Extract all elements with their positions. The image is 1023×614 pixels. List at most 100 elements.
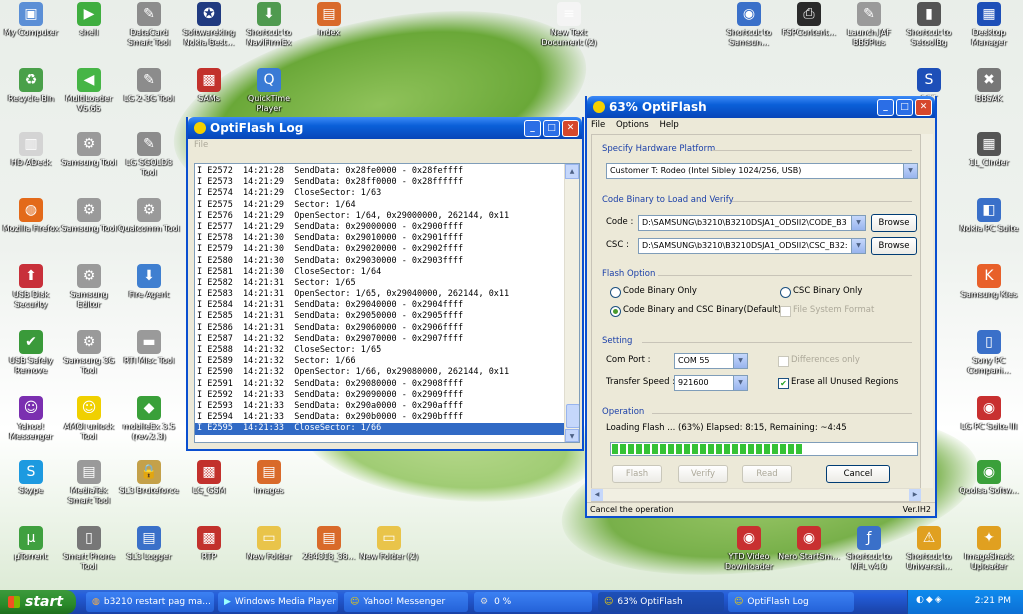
desktop-icon[interactable]: ✖ BBSAK bbox=[958, 68, 1020, 104]
scroll-thumb[interactable] bbox=[566, 404, 579, 428]
log-row[interactable]: I E2595 14:21:33 CloseSector: 1/66 bbox=[195, 423, 565, 435]
tray-icons[interactable]: ◐◆◈ bbox=[916, 595, 944, 605]
desktop-icon[interactable]: µ µTorrent bbox=[0, 526, 62, 562]
desktop-icon[interactable]: ♻ Recycle Bin bbox=[0, 68, 62, 104]
csc-browse-button[interactable]: Browse bbox=[871, 237, 917, 255]
log-window[interactable]: OptiFlash Log _ □ ✕ File I E2572 14:21:2… bbox=[186, 117, 584, 451]
menu-file[interactable]: File bbox=[591, 120, 605, 130]
desktop-icon[interactable]: ☺ AMOI unlock Tool bbox=[58, 396, 120, 442]
flash-button[interactable]: Flash bbox=[612, 465, 662, 483]
log-row[interactable]: I E2588 14:21:32 CloseSector: 1/65 bbox=[195, 345, 565, 356]
desktop-icon[interactable]: ✎ DataCard Smart Tool bbox=[118, 2, 180, 48]
minimize-icon[interactable]: _ bbox=[877, 98, 894, 116]
desktop-icon[interactable]: ✪ Softwareking Nokia Best... bbox=[178, 2, 240, 48]
log-row[interactable]: I E2590 14:21:32 OpenSector: 1/66, 0x290… bbox=[195, 367, 565, 378]
log-row[interactable]: I E2586 14:21:31 SendData: 0x29060000 - … bbox=[195, 323, 565, 334]
log-row[interactable]: I E2581 14:21:30 CloseSector: 1/64 bbox=[195, 267, 565, 278]
code-only-label[interactable]: Code Binary Only bbox=[623, 286, 697, 296]
clock[interactable]: 2:21 PM bbox=[975, 596, 1011, 606]
close-icon[interactable]: ✕ bbox=[915, 98, 932, 116]
minimize-icon[interactable]: _ bbox=[524, 119, 541, 137]
csc-only-radio[interactable] bbox=[780, 287, 791, 298]
log-row[interactable]: I E2592 14:21:33 SendData: 0x29090000 - … bbox=[195, 390, 565, 401]
menu-help[interactable]: Help bbox=[659, 120, 678, 130]
close-icon[interactable]: ✕ bbox=[562, 119, 579, 137]
cancel-button[interactable]: Cancel bbox=[826, 465, 890, 483]
log-scrollbar[interactable]: ▲ ▼ bbox=[564, 164, 579, 442]
log-row[interactable]: I E2594 14:21:33 SendData: 0x290b0000 - … bbox=[195, 412, 565, 423]
log-row[interactable]: I E2579 14:21:30 SendData: 0x29020000 - … bbox=[195, 244, 565, 255]
desktop-icon[interactable]: ▩ SAMs bbox=[178, 68, 240, 104]
desktop-icon[interactable]: ✎ LG 2-3G Tool bbox=[118, 68, 180, 104]
com-port-select[interactable]: COM 55 ▼ bbox=[674, 353, 748, 369]
menu-options[interactable]: Options bbox=[616, 120, 649, 130]
desktop-icon[interactable]: ▦ 1L_Cinder bbox=[958, 132, 1020, 168]
log-row[interactable]: I E2584 14:21:31 SendData: 0x29040000 - … bbox=[195, 300, 565, 311]
read-button[interactable]: Read bbox=[742, 465, 792, 483]
optiflash-window[interactable]: 63% OptiFlash _ □ ✕ File Options Help Sp… bbox=[585, 96, 937, 518]
optiflash-hscroll[interactable]: ◀ ▶ bbox=[591, 488, 921, 501]
chevron-down-icon[interactable]: ▼ bbox=[851, 216, 865, 230]
erase-unused-checkbox[interactable]: ✔ bbox=[778, 378, 789, 389]
desktop-icon[interactable]: ◉ LG PC Suite III bbox=[958, 396, 1020, 432]
log-row[interactable]: I E2582 14:21:31 Sector: 1/65 bbox=[195, 278, 565, 289]
maximize-icon[interactable]: □ bbox=[543, 119, 560, 137]
desktop-icon[interactable]: ⬇ Fire Agent bbox=[118, 264, 180, 300]
log-row[interactable]: I E2575 14:21:29 Sector: 1/64 bbox=[195, 200, 565, 211]
log-row[interactable]: I E2591 14:21:32 SendData: 0x29080000 - … bbox=[195, 379, 565, 390]
optiflash-vscroll[interactable] bbox=[921, 134, 933, 488]
differences-only-checkbox[interactable] bbox=[778, 356, 789, 367]
task-yahoo[interactable]: ☺ Yahoo! Messenger bbox=[344, 592, 468, 612]
desktop-icon[interactable]: ✦ ImageShack Uploader bbox=[958, 526, 1020, 572]
desktop-icon[interactable]: ⚙ Samsung Editor bbox=[58, 264, 120, 310]
desktop-icon[interactable]: ⎙ FSPContent... bbox=[778, 2, 840, 38]
log-row[interactable]: I E2577 14:21:29 SendData: 0x29000000 - … bbox=[195, 222, 565, 233]
code-only-radio[interactable] bbox=[610, 287, 621, 298]
desktop-icon[interactable]: ◆ mobileEx 3.5 (rev.2.3) bbox=[118, 396, 180, 442]
desktop-icon[interactable]: ▥ HD ADeck bbox=[0, 132, 62, 168]
desktop-icon[interactable]: ⚙ Samsung 3G Tool bbox=[58, 330, 120, 376]
transfer-speed-select[interactable]: 921600 ▼ bbox=[674, 375, 748, 391]
desktop-icon[interactable]: ✎ Launch JAF BB5Plus bbox=[838, 2, 900, 48]
desktop-icon[interactable]: ◧ Nokia PC Suite bbox=[958, 198, 1020, 234]
scroll-down-icon[interactable]: ▼ bbox=[565, 429, 579, 442]
desktop-icon[interactable]: ▩ LG_GSM bbox=[178, 460, 240, 496]
desktop-icon[interactable]: ⚙ Samsung Tool bbox=[58, 198, 120, 234]
task-optiflash[interactable]: ☺ 63% OptiFlash bbox=[598, 592, 724, 612]
desktop-icon[interactable]: ▯ Sony PC Compani... bbox=[958, 330, 1020, 376]
log-row[interactable]: I E2589 14:21:32 Sector: 1/66 bbox=[195, 356, 565, 367]
scroll-right-icon[interactable]: ▶ bbox=[909, 489, 921, 501]
log-row[interactable]: I E2578 14:21:30 SendData: 0x29010000 - … bbox=[195, 233, 565, 244]
chevron-down-icon[interactable]: ▼ bbox=[903, 164, 917, 178]
desktop-icon[interactable]: ƒ Shortcut to NFL v4.0 bbox=[838, 526, 900, 572]
desktop-icon[interactable]: ◉ Qoolsa Softw... bbox=[958, 460, 1020, 496]
hardware-select[interactable]: Customer T: Rodeo (Intel Sibley 1024/256… bbox=[606, 163, 918, 179]
desktop-icon[interactable]: S Skype bbox=[0, 460, 62, 496]
log-row[interactable]: I E2572 14:21:28 SendData: 0x28fe0000 - … bbox=[195, 166, 565, 177]
log-row[interactable]: I E2593 14:21:33 SendData: 0x290a0000 - … bbox=[195, 401, 565, 412]
code-and-csc-radio[interactable] bbox=[610, 306, 621, 317]
task-firefox[interactable]: ◍ b3210 restart pag ma... bbox=[86, 592, 214, 612]
desktop-icon[interactable]: ▯ Smart Phone Tool bbox=[58, 526, 120, 572]
chevron-down-icon[interactable]: ▼ bbox=[851, 239, 865, 253]
scroll-left-icon[interactable]: ◀ bbox=[591, 489, 603, 501]
log-row[interactable]: I E2576 14:21:29 OpenSector: 1/64, 0x290… bbox=[195, 211, 565, 222]
task-optiflash-log[interactable]: ☺ OptiFlash Log bbox=[728, 592, 854, 612]
desktop-icon[interactable]: ⚙ Qualcomm Tool bbox=[118, 198, 180, 234]
desktop-icon[interactable]: ▩ RTP bbox=[178, 526, 240, 562]
desktop-icon[interactable]: 🔒 SL3 Bruteforce bbox=[118, 460, 180, 496]
desktop-icon[interactable]: Q QuickTime Player bbox=[238, 68, 300, 114]
log-window-titlebar[interactable]: OptiFlash Log _ □ ✕ bbox=[188, 117, 582, 139]
desktop-icon[interactable]: ▤ 284318_38... bbox=[298, 526, 360, 562]
desktop-icon[interactable]: ▣ My Computer bbox=[0, 2, 62, 38]
desktop-icon[interactable]: ▭ New Folder bbox=[238, 526, 300, 562]
erase-unused-label[interactable]: Erase all Unused Regions bbox=[791, 377, 898, 387]
desktop-icon[interactable]: ▤ SL3 Logger bbox=[118, 526, 180, 562]
desktop-icon[interactable]: ▭ New Folder (2) bbox=[358, 526, 420, 562]
log-row[interactable]: I E2573 14:21:29 SendData: 0x28ff0000 - … bbox=[195, 177, 565, 188]
log-menu-file[interactable]: File bbox=[194, 140, 208, 150]
desktop-icon[interactable]: ◉ YTD Video Downloader bbox=[718, 526, 780, 572]
task-progress[interactable]: ⚙ 0 % bbox=[474, 592, 592, 612]
desktop-icon[interactable]: ◉ Shortcut to Samsun... bbox=[718, 2, 780, 48]
log-row[interactable]: I E2587 14:21:32 SendData: 0x29070000 - … bbox=[195, 334, 565, 345]
